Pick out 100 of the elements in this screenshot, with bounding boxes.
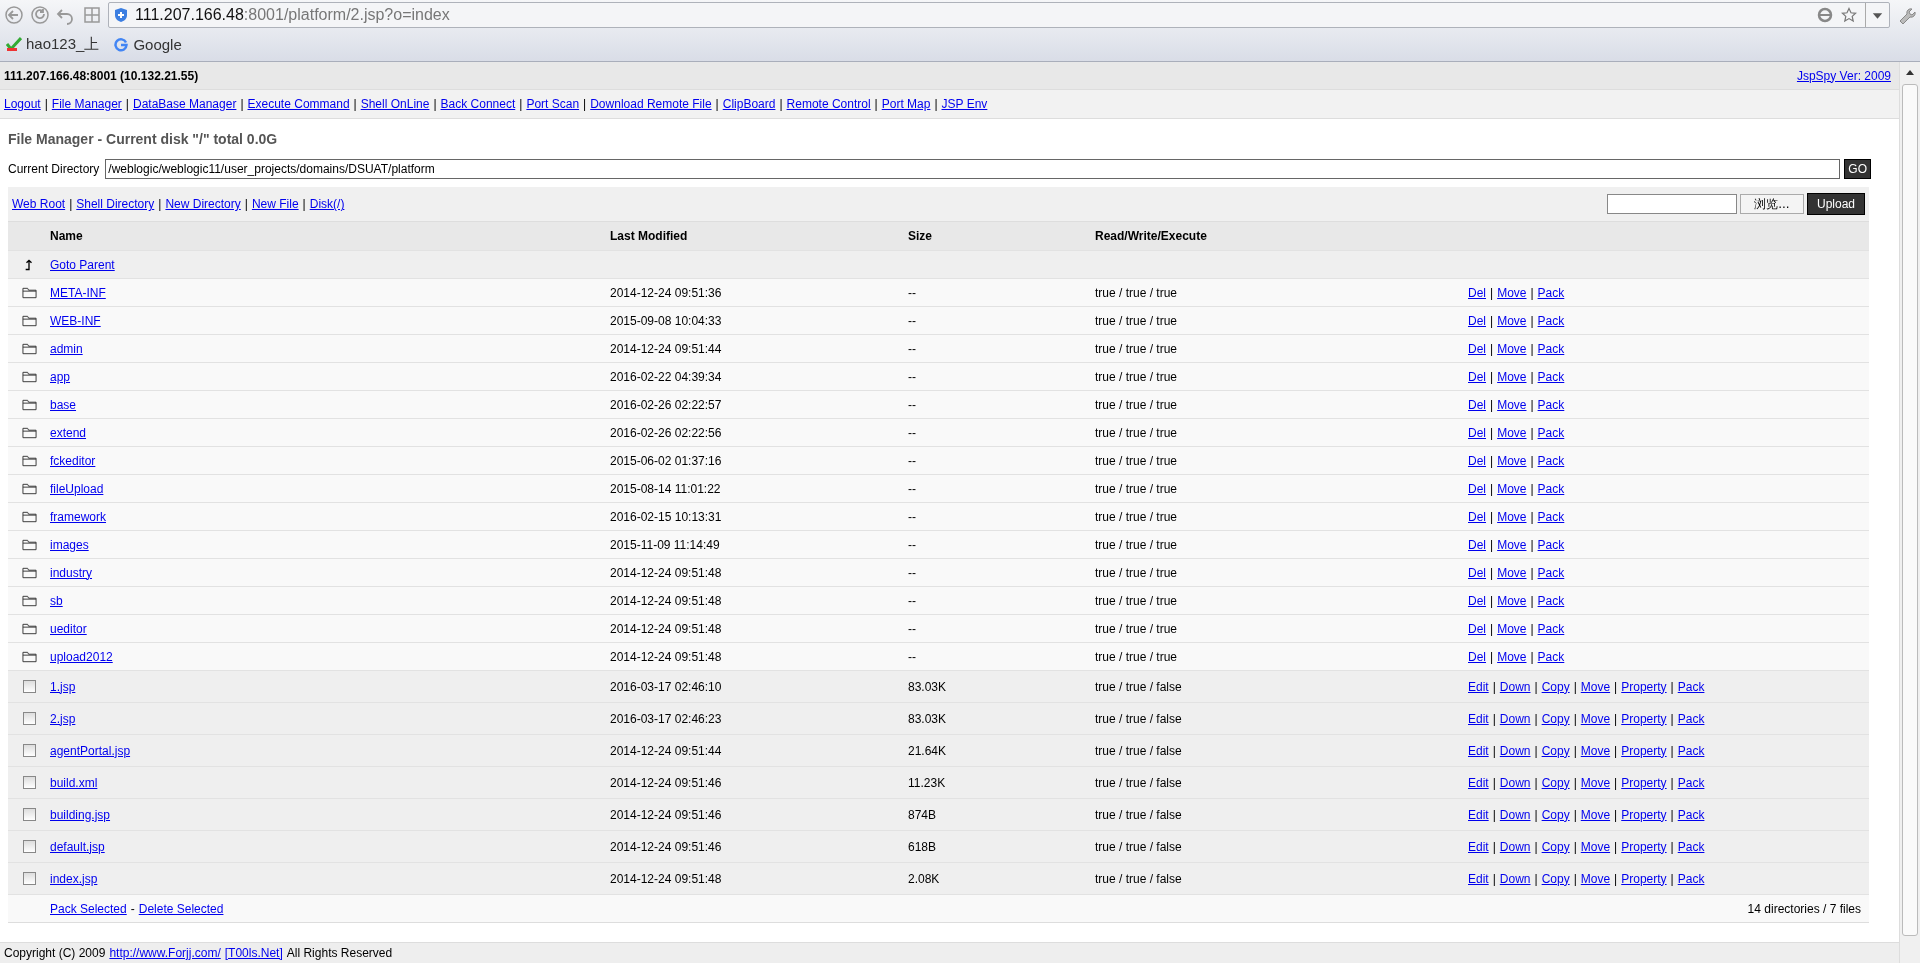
nav-link[interactable]: Remote Control	[786, 97, 871, 111]
folder-link[interactable]: industry	[50, 565, 93, 580]
folder-link[interactable]: upload2012	[50, 649, 113, 664]
action-link[interactable]: Move	[1580, 839, 1611, 854]
action-link[interactable]: Move	[1497, 285, 1527, 300]
version-link[interactable]: JspSpy Ver: 2009	[1796, 68, 1891, 83]
action-link[interactable]: Copy	[1541, 743, 1570, 758]
action-link[interactable]: Pack	[1677, 839, 1705, 854]
file-link[interactable]: 1.jsp	[50, 679, 76, 694]
checkbox[interactable]	[22, 872, 36, 885]
action-link[interactable]: Move	[1497, 593, 1527, 608]
back-icon[interactable]	[4, 5, 24, 25]
action-link[interactable]: Property	[1621, 839, 1667, 854]
folder-link[interactable]: META-INF	[50, 285, 106, 300]
action-link[interactable]: Move	[1580, 775, 1611, 790]
action-link[interactable]: Del	[1468, 369, 1486, 384]
copyright-link[interactable]: http://www.Forjj.com/	[109, 946, 221, 960]
action-link[interactable]: Copy	[1541, 775, 1570, 790]
file-link[interactable]: 2.jsp	[50, 711, 76, 726]
nav-link[interactable]: Port Map	[881, 97, 931, 111]
action-link[interactable]: Move	[1497, 537, 1527, 552]
browse-button[interactable]: 浏览...	[1739, 194, 1804, 214]
action-link[interactable]: Pack	[1537, 313, 1565, 328]
action-link[interactable]: Del	[1468, 509, 1486, 524]
copyright-link[interactable]: [T00ls.Net]	[224, 946, 283, 960]
action-link[interactable]: Pack	[1537, 425, 1565, 440]
grid-icon[interactable]	[82, 5, 102, 25]
file-link[interactable]: agentPortal.jsp	[50, 743, 131, 758]
file-link[interactable]: building.jsp	[50, 807, 111, 822]
action-link[interactable]: Move	[1497, 397, 1527, 412]
folder-link[interactable]: base	[50, 397, 77, 412]
checkbox[interactable]	[22, 808, 36, 821]
upload-button[interactable]: Upload	[1806, 193, 1865, 215]
nav-link[interactable]: Back Connect	[440, 97, 516, 111]
delete-selected-link[interactable]: Delete Selected	[138, 901, 224, 916]
scroll-thumb[interactable]	[1902, 84, 1918, 936]
folder-link[interactable]: images	[50, 537, 89, 552]
action-link[interactable]: Pack	[1537, 397, 1565, 412]
action-link[interactable]: Del	[1468, 537, 1486, 552]
folder-link[interactable]: app	[50, 369, 71, 384]
action-link[interactable]: Down	[1499, 743, 1531, 758]
action-link[interactable]: Del	[1468, 621, 1486, 636]
action-link[interactable]: Pack	[1537, 621, 1565, 636]
action-link[interactable]: Del	[1468, 593, 1486, 608]
action-link[interactable]: Pack	[1537, 537, 1565, 552]
action-link[interactable]: Move	[1580, 871, 1611, 886]
action-link[interactable]: Copy	[1541, 807, 1570, 822]
action-link[interactable]: Move	[1497, 453, 1527, 468]
action-link[interactable]: Down	[1499, 775, 1531, 790]
action-link[interactable]: Pack	[1537, 565, 1565, 580]
action-link[interactable]: Move	[1497, 649, 1527, 664]
checkbox[interactable]	[22, 776, 36, 789]
reload-icon[interactable]	[30, 5, 50, 25]
action-link[interactable]: Pack	[1537, 341, 1565, 356]
checkbox[interactable]	[22, 840, 36, 853]
address-field[interactable]: 111.207.166.48:8001/platform/2.jsp?o=index	[108, 2, 1890, 28]
file-link[interactable]: build.xml	[50, 775, 98, 790]
folder-link[interactable]: fileUpload	[50, 481, 104, 496]
action-link[interactable]: Copy	[1541, 679, 1570, 694]
action-link[interactable]: Del	[1468, 565, 1486, 580]
action-link[interactable]: Move	[1497, 565, 1527, 580]
toolbar-link[interactable]: Web Root	[12, 197, 66, 211]
action-link[interactable]: Property	[1621, 807, 1667, 822]
action-link[interactable]: Property	[1621, 743, 1667, 758]
action-link[interactable]: Del	[1468, 481, 1486, 496]
action-link[interactable]: Down	[1499, 839, 1531, 854]
action-link[interactable]: Move	[1497, 509, 1527, 524]
action-link[interactable]: Pack	[1537, 453, 1565, 468]
action-link[interactable]: Pack	[1677, 807, 1705, 822]
action-link[interactable]: Edit	[1468, 743, 1489, 758]
action-link[interactable]: Copy	[1541, 839, 1570, 854]
action-link[interactable]: Edit	[1468, 839, 1489, 854]
action-link[interactable]: Pack	[1537, 285, 1565, 300]
action-link[interactable]: Edit	[1468, 711, 1489, 726]
action-link[interactable]: Pack	[1677, 679, 1705, 694]
action-link[interactable]: Edit	[1468, 871, 1489, 886]
action-link[interactable]: Property	[1621, 871, 1667, 886]
action-link[interactable]: Pack	[1677, 871, 1705, 886]
action-link[interactable]: Pack	[1537, 369, 1565, 384]
action-link[interactable]: Down	[1499, 711, 1531, 726]
file-link[interactable]: default.jsp	[50, 839, 105, 854]
nav-link[interactable]: JSP Env	[941, 97, 988, 111]
action-link[interactable]: Del	[1468, 453, 1486, 468]
toolbar-link[interactable]: New File	[251, 197, 299, 211]
action-link[interactable]: Edit	[1468, 775, 1489, 790]
checkbox[interactable]	[22, 744, 36, 757]
folder-link[interactable]: fckeditor	[50, 453, 96, 468]
action-link[interactable]: Pack	[1537, 593, 1565, 608]
action-link[interactable]: Edit	[1468, 679, 1489, 694]
file-link[interactable]: index.jsp	[50, 871, 98, 886]
action-link[interactable]: Move	[1497, 341, 1527, 356]
action-link[interactable]: Move	[1580, 743, 1611, 758]
action-link[interactable]: Property	[1621, 775, 1667, 790]
directory-field[interactable]: /weblogic/weblogic11/user_projects/domains/DSUAT/platform	[105, 159, 1841, 179]
folder-link[interactable]: sb	[50, 593, 63, 608]
toolbar-link[interactable]: Disk(/)	[309, 197, 345, 211]
nav-link[interactable]: DataBase Manager	[133, 97, 237, 111]
checkbox[interactable]	[22, 680, 36, 693]
action-link[interactable]: Move	[1580, 679, 1611, 694]
action-link[interactable]: Del	[1468, 341, 1486, 356]
